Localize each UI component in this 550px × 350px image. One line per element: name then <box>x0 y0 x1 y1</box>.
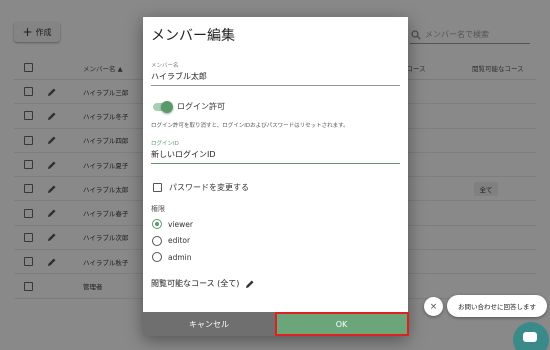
member-name-input[interactable]: ハイラブル太郎 <box>151 71 400 86</box>
change-password-label: パスワードを変更する <box>169 183 249 192</box>
pencil-icon[interactable] <box>245 279 255 289</box>
role-label: editor <box>168 236 191 245</box>
checkbox[interactable] <box>153 183 162 192</box>
ok-button[interactable]: OK <box>275 312 408 336</box>
role-title: 権限 <box>151 205 165 213</box>
login-id-input[interactable]: 新しいログインID <box>151 149 400 164</box>
member-name-label: メンバー名 <box>151 63 179 69</box>
chat-icon[interactable] <box>513 322 549 350</box>
chat-message-bubble[interactable]: お問い合わせに回答します <box>447 295 547 317</box>
dialog-title: メンバー編集 <box>151 28 235 44</box>
toggle-switch[interactable] <box>153 100 173 113</box>
member-edit-dialog: メンバー編集 メンバー名 ハイラブル太郎 ログイン許可 ログイン許可を取り消すと… <box>143 17 408 336</box>
radio-button[interactable] <box>152 219 162 229</box>
change-password-checkbox[interactable]: パスワードを変更する <box>153 182 249 193</box>
accessible-courses-label: 閲覧可能なコース (全て) <box>151 279 240 288</box>
login-id-field[interactable]: ログインID 新しいログインID <box>151 139 400 164</box>
cancel-button[interactable]: キャンセル <box>143 312 275 336</box>
radio-button[interactable] <box>152 252 162 262</box>
role-radio-admin[interactable]: admin <box>152 252 192 262</box>
login-permission-toggle[interactable]: ログイン許可 <box>153 100 225 113</box>
chat-close-button[interactable]: × <box>424 297 443 316</box>
close-icon: × <box>429 301 438 312</box>
login-permission-label: ログイン許可 <box>177 102 225 111</box>
role-radio-editor[interactable]: editor <box>152 235 191 246</box>
accessible-courses-row: 閲覧可能なコース (全て) <box>151 278 255 289</box>
role-label: admin <box>168 252 192 262</box>
login-id-label: ログインID <box>151 141 179 147</box>
role-label: viewer <box>168 219 193 229</box>
member-name-field[interactable]: メンバー名 ハイラブル太郎 <box>151 61 400 86</box>
role-radio-viewer[interactable]: viewer <box>152 219 193 229</box>
radio-button[interactable] <box>152 235 162 246</box>
login-hint: ログイン許可を取り消すと、ログインIDおよびパスワードはリセットされます。 <box>151 123 349 129</box>
